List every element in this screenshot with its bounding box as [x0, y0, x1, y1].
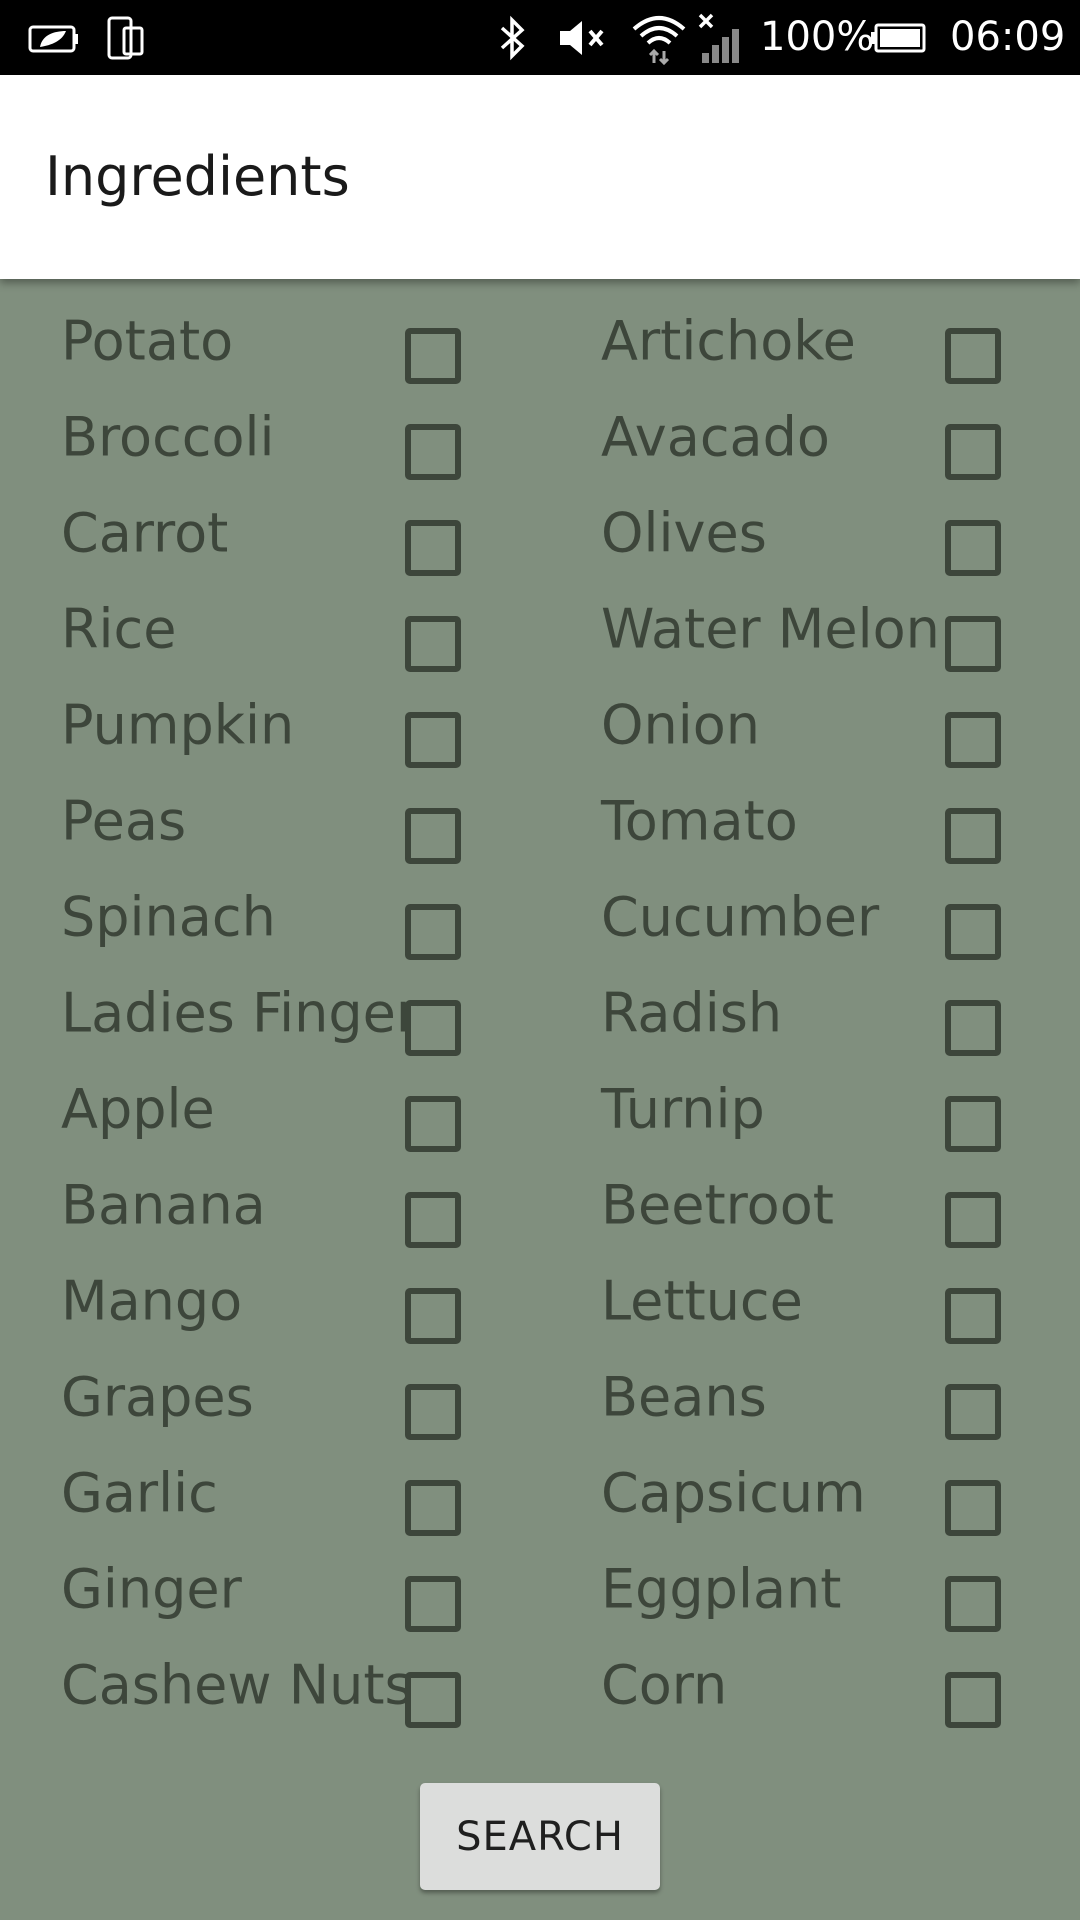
ingredient-label: Potato	[61, 309, 234, 373]
ingredient-label: Avacado	[601, 405, 830, 469]
ingredient-checkbox[interactable]	[945, 1000, 1001, 1056]
ingredient-label: Beans	[601, 1365, 767, 1429]
mute-icon	[558, 0, 614, 75]
ingredient-checkbox[interactable]	[405, 616, 461, 672]
ingredient-checkbox[interactable]	[945, 1672, 1001, 1728]
battery-percent: 100%	[760, 14, 875, 60]
ingredient-checkbox[interactable]	[405, 1672, 461, 1728]
ingredient-label: Eggplant	[601, 1557, 842, 1621]
ingredient-row: Potato Artichoke	[0, 291, 1080, 387]
ingredient-checkbox[interactable]	[405, 328, 461, 384]
ingredient-row: Garlic Capsicum	[0, 1443, 1080, 1539]
ingredient-label: Radish	[601, 981, 783, 1045]
ingredient-row: Grapes Beans	[0, 1347, 1080, 1443]
ingredient-checkbox[interactable]	[405, 1000, 461, 1056]
ingredient-checkbox[interactable]	[945, 808, 1001, 864]
battery-icon	[870, 0, 928, 75]
ingredient-label: Ginger	[61, 1557, 242, 1621]
ingredient-checkbox[interactable]	[405, 904, 461, 960]
search-button[interactable]: SEARCH	[420, 1783, 660, 1890]
ingredient-checkbox[interactable]	[945, 1096, 1001, 1152]
ingredient-checkbox[interactable]	[405, 1192, 461, 1248]
ingredient-label: Banana	[61, 1173, 266, 1237]
ingredient-label: Mango	[61, 1269, 243, 1333]
ingredient-checkbox[interactable]	[945, 328, 1001, 384]
bluetooth-icon	[496, 0, 530, 75]
ingredient-label: Beetroot	[601, 1173, 834, 1237]
ingredient-checkbox[interactable]	[945, 904, 1001, 960]
ingredient-label: Apple	[61, 1077, 215, 1141]
ingredient-label: Rice	[61, 597, 177, 661]
ingredient-label: Turnip	[601, 1077, 765, 1141]
ingredient-label: Grapes	[61, 1365, 254, 1429]
ingredient-checkbox[interactable]	[945, 616, 1001, 672]
ingredient-row: Cashew Nuts Corn	[0, 1635, 1080, 1731]
ingredient-checkbox[interactable]	[405, 424, 461, 480]
ingredient-checkbox[interactable]	[945, 424, 1001, 480]
ingredient-row: Carrot Olives	[0, 483, 1080, 579]
ingredient-label: Corn	[601, 1653, 728, 1717]
ingredient-checkbox[interactable]	[945, 1384, 1001, 1440]
ingredient-checkbox[interactable]	[405, 1288, 461, 1344]
page-title: Ingredients	[45, 145, 350, 208]
ingredient-label: Spinach	[61, 885, 276, 949]
ingredient-row: Rice Water Melon	[0, 579, 1080, 675]
status-bar: 100% 06:09	[0, 0, 1080, 75]
clock: 06:09	[950, 14, 1066, 60]
phone-screen-icon	[106, 0, 146, 75]
ingredient-checkbox[interactable]	[945, 1288, 1001, 1344]
signal-icon	[696, 0, 748, 75]
ingredient-row: Mango Lettuce	[0, 1251, 1080, 1347]
ingredient-row: Pumpkin Onion	[0, 675, 1080, 771]
ingredient-checkbox[interactable]	[945, 712, 1001, 768]
ingredient-label: Tomato	[601, 789, 798, 853]
ingredient-checkbox[interactable]	[945, 1192, 1001, 1248]
ingredient-label: Olives	[601, 501, 767, 565]
ingredient-label: Cashew Nuts	[61, 1653, 413, 1717]
ingredient-label: Carrot	[61, 501, 229, 565]
ingredient-row: Broccoli Avacado	[0, 387, 1080, 483]
ingredient-checkbox[interactable]	[405, 1096, 461, 1152]
ingredient-checkbox[interactable]	[405, 1576, 461, 1632]
ingredient-label: Ladies Finger	[61, 981, 419, 1045]
ingredient-label: Cucumber	[601, 885, 880, 949]
ingredient-checkbox[interactable]	[945, 1480, 1001, 1536]
ingredient-label: Pumpkin	[61, 693, 295, 757]
ingredient-row: Spinach Cucumber	[0, 867, 1080, 963]
ingredient-row: Apple Turnip	[0, 1059, 1080, 1155]
ingredient-label: Onion	[601, 693, 760, 757]
wifi-icon	[630, 0, 688, 75]
ingredient-row: Banana Beetroot	[0, 1155, 1080, 1251]
ingredient-row: Ginger Eggplant	[0, 1539, 1080, 1635]
ingredient-row: Peas Tomato	[0, 771, 1080, 867]
leaf-battery-icon	[28, 0, 80, 75]
ingredient-label: Capsicum	[601, 1461, 866, 1525]
ingredient-label: Peas	[61, 789, 187, 853]
ingredient-label: Broccoli	[61, 405, 275, 469]
ingredient-checkbox[interactable]	[405, 808, 461, 864]
ingredient-checkbox[interactable]	[405, 1384, 461, 1440]
ingredient-label: Garlic	[61, 1461, 218, 1525]
ingredient-label: Artichoke	[601, 309, 856, 373]
ingredient-label: Water Melon	[601, 597, 940, 661]
ingredient-checkbox[interactable]	[405, 520, 461, 576]
ingredient-checkbox[interactable]	[945, 520, 1001, 576]
ingredient-checkbox[interactable]	[405, 1480, 461, 1536]
ingredient-row: Ladies Finger Radish	[0, 963, 1080, 1059]
ingredient-checkbox[interactable]	[945, 1576, 1001, 1632]
ingredient-checkbox[interactable]	[405, 712, 461, 768]
app-bar: Ingredients	[0, 75, 1080, 279]
ingredient-label: Lettuce	[601, 1269, 803, 1333]
